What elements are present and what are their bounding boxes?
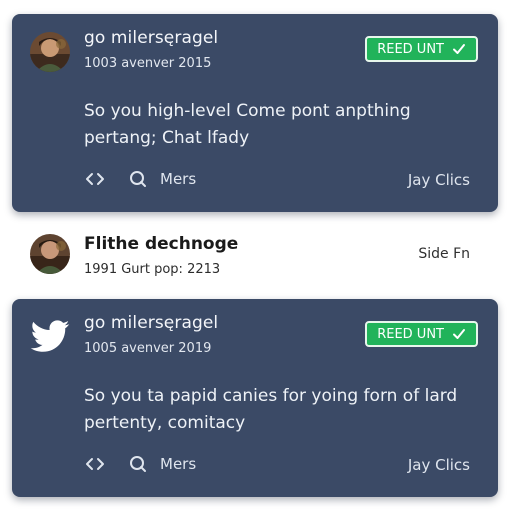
mers-button[interactable]: Mers [160,170,196,188]
post-body-line: pertenty, comitacy [84,413,246,433]
share-arrows-icon[interactable] [84,170,106,188]
search-icon[interactable] [128,170,150,188]
read-badge-button[interactable]: REED UNT [365,36,478,62]
post-body: So you ta papid canies for yoing forn of… [84,383,464,437]
post-card: go milersęragel 1003 avenver 2015 REED U… [12,14,498,212]
side-link[interactable]: Side Fn [418,246,470,262]
jay-clics-link[interactable]: Jay Clics [408,171,470,189]
item-title: Flithe dechnoge [84,234,239,254]
check-icon [453,329,465,339]
badge-label: REED UNT [377,326,444,342]
check-icon [453,44,465,54]
badge-label: REED UNT [377,41,444,57]
post-meta: 1005 avenver 2019 [84,341,212,356]
mers-button[interactable]: Mers [160,455,196,473]
post-card: go milersęragel 1005 avenver 2019 REED U… [12,299,498,497]
avatar[interactable] [30,234,70,274]
twitter-bird-icon [30,320,70,352]
share-arrows-icon[interactable] [84,455,106,473]
feed: go milersęragel 1003 avenver 2015 REED U… [0,0,512,512]
post-meta: 1003 avenver 2015 [84,56,212,71]
post-body-line: pertang; Chat lfady [84,128,250,148]
jay-clics-link[interactable]: Jay Clics [408,456,470,474]
post-actions: Mers [84,453,196,475]
search-icon[interactable] [128,455,150,473]
post-actions: Mers [84,168,196,190]
post-body-line: So you ta papid canies for yoing forn of… [84,386,458,406]
item-meta: 1991 Gurt pop: 2213 [84,262,221,277]
author-name[interactable]: go milersęragel [84,28,218,48]
read-badge-button[interactable]: REED UNT [365,321,478,347]
avatar[interactable] [30,32,70,72]
author-name[interactable]: go milersęragel [84,313,218,333]
post-body: So you high-level Come pont anpthing per… [84,98,464,152]
post-body-line: So you high-level Come pont anpthing [84,101,411,121]
list-item[interactable]: Flithe dechnoge 1991 Gurt pop: 2213 Side… [12,228,498,286]
